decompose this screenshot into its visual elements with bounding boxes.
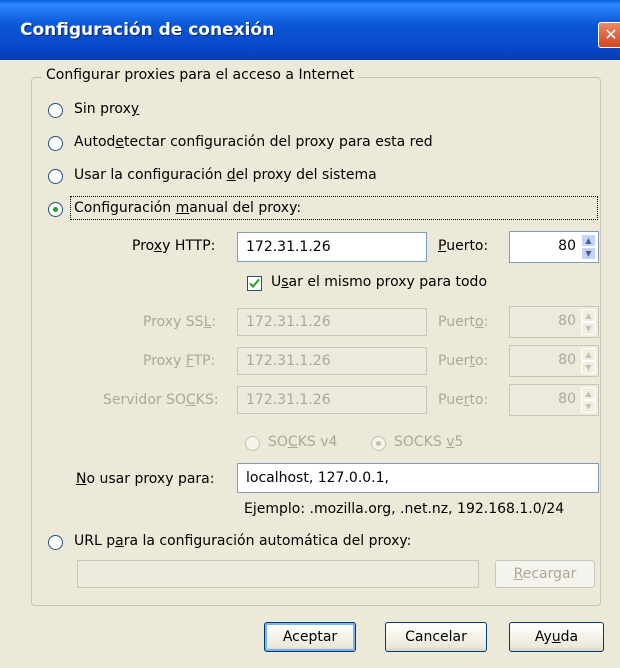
window-title: Configuración de conexión: [20, 20, 275, 40]
no-proxy-for-label: No usar proxy para:: [76, 471, 215, 487]
system-proxy-label[interactable]: Usar la configuración del proxy del sist…: [74, 167, 377, 183]
auto-config-url-input[interactable]: [77, 560, 479, 588]
ftp-proxy-label: Proxy FTP:: [143, 353, 216, 369]
spin-down-icon[interactable]: ▼: [581, 247, 596, 260]
autodetect-proxy-radio[interactable]: [48, 136, 63, 151]
ssl-port-spinbox[interactable]: 80 ▲ ▼: [509, 306, 599, 338]
socks-v5-label[interactable]: SOCKS v5: [394, 434, 463, 450]
socks-port-label: Puerto:: [438, 392, 489, 408]
http-proxy-label: Proxy HTTP:: [132, 238, 216, 254]
no-proxy-radio[interactable]: [48, 103, 63, 118]
socks-v4-radio[interactable]: [245, 436, 260, 451]
socks-v4-label[interactable]: SOCKS v4: [268, 434, 337, 450]
connection-settings-dialog: Configuración de conexión ✕ Configurar p…: [0, 0, 620, 668]
ssl-port-label: Puerto:: [438, 314, 489, 330]
spin-up-icon[interactable]: ▲: [581, 309, 596, 322]
close-icon: ✕: [604, 25, 618, 44]
ok-button[interactable]: Aceptar: [264, 622, 356, 652]
ftp-port-value: 80: [558, 352, 576, 368]
help-button[interactable]: Ayuda: [509, 622, 604, 652]
ssl-proxy-input[interactable]: 172.31.1.26: [237, 308, 427, 336]
http-proxy-input[interactable]: 172.31.1.26: [237, 232, 427, 262]
ftp-port-label: Puerto:: [438, 353, 489, 369]
socks-host-input[interactable]: 172.31.1.26: [237, 386, 427, 414]
manual-proxy-label[interactable]: Configuración manual del proxy:: [74, 200, 301, 216]
system-proxy-radio[interactable]: [48, 169, 63, 184]
no-proxy-label[interactable]: Sin proxy: [74, 101, 139, 117]
ftp-port-spinbox[interactable]: 80 ▲ ▼: [509, 345, 599, 377]
close-button[interactable]: ✕: [598, 22, 620, 48]
proxy-groupbox: [31, 77, 601, 606]
autodetect-proxy-label[interactable]: Autodetectar configuración del proxy par…: [74, 134, 433, 150]
http-port-spinbox[interactable]: 80 ▲ ▼: [509, 231, 599, 263]
auto-config-url-label[interactable]: URL para la configuración automática del…: [74, 533, 411, 549]
check-icon: [249, 278, 260, 288]
spin-up-icon[interactable]: ▲: [581, 234, 596, 247]
ftp-proxy-input[interactable]: 172.31.1.26: [237, 347, 427, 375]
spin-up-icon[interactable]: ▲: [581, 348, 596, 361]
no-proxy-example: Ejemplo: .mozilla.org, .net.nz, 192.168.…: [244, 501, 565, 517]
no-proxy-for-input[interactable]: localhost, 127.0.0.1,: [237, 463, 599, 493]
ssl-port-value: 80: [558, 313, 576, 329]
http-port-label: Puerto:: [438, 238, 489, 254]
same-proxy-checkbox[interactable]: [247, 276, 262, 291]
group-legend: Configurar proxies para el acceso a Inte…: [42, 67, 359, 83]
spin-down-icon[interactable]: ▼: [581, 361, 596, 374]
auto-config-url-radio[interactable]: [48, 535, 63, 550]
spin-down-icon[interactable]: ▼: [581, 322, 596, 335]
spin-down-icon[interactable]: ▼: [581, 400, 596, 413]
ssl-proxy-label: Proxy SSL:: [143, 314, 217, 330]
socks-port-spinbox[interactable]: 80 ▲ ▼: [509, 384, 599, 416]
spin-up-icon[interactable]: ▲: [581, 387, 596, 400]
socks-host-label: Servidor SOCKS:: [103, 392, 219, 408]
reload-button[interactable]: Recargar: [495, 560, 595, 588]
same-proxy-label[interactable]: Usar el mismo proxy para todo: [271, 274, 487, 290]
title-bar[interactable]: Configuración de conexión ✕: [0, 0, 620, 60]
http-port-value: 80: [558, 238, 576, 254]
manual-proxy-radio[interactable]: [48, 202, 63, 217]
socks-v5-radio[interactable]: [371, 436, 386, 451]
cancel-button[interactable]: Cancelar: [385, 622, 487, 652]
socks-port-value: 80: [558, 391, 576, 407]
